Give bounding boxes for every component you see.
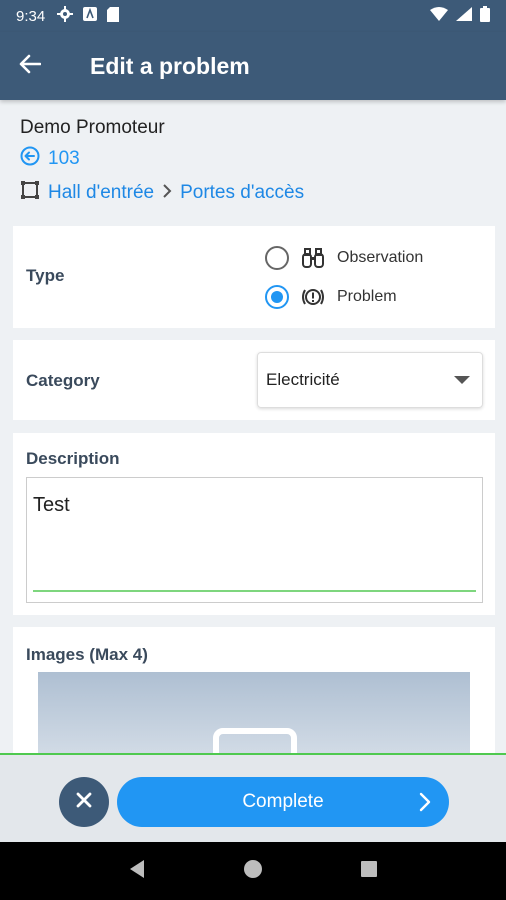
- chevron-right-icon: [162, 183, 172, 204]
- focus-underline: [33, 590, 476, 592]
- nav-home-icon[interactable]: [243, 859, 263, 884]
- battery-icon: [480, 6, 490, 26]
- cancel-button[interactable]: [59, 777, 109, 827]
- page-title: Edit a problem: [90, 52, 250, 79]
- floor-plan-icon: [20, 180, 40, 206]
- reference-link[interactable]: 103: [20, 142, 486, 176]
- nav-recents-icon[interactable]: [360, 860, 378, 883]
- radio-problem[interactable]: Problem: [265, 285, 397, 309]
- images-label: Images (Max 4): [26, 645, 148, 664]
- category-card: Category Electricité: [13, 340, 495, 420]
- category-value: Electricité: [266, 370, 340, 389]
- system-nav-bar: [0, 842, 506, 900]
- signal-icon: [456, 7, 472, 25]
- arrow-circle-left-icon: [20, 146, 40, 172]
- description-label: Description: [26, 449, 120, 468]
- description-card: Description Test: [13, 433, 495, 615]
- description-value: Test: [33, 494, 70, 516]
- close-icon: [76, 792, 92, 813]
- reference-number: 103: [48, 148, 80, 169]
- image-placeholder[interactable]: [38, 672, 470, 754]
- app-bar: Edit a problem: [0, 32, 506, 100]
- description-input[interactable]: Test: [26, 477, 483, 603]
- gear-icon: [57, 6, 74, 26]
- camera-icon: [213, 728, 297, 754]
- chevron-right-icon: [419, 791, 431, 819]
- nav-back-icon[interactable]: [128, 859, 146, 884]
- radio-observation[interactable]: Observation: [265, 246, 423, 270]
- radio-label: Problem: [337, 288, 397, 305]
- breadcrumb-item[interactable]: Hall d'entrée: [48, 182, 154, 204]
- category-label: Category: [26, 371, 100, 390]
- status-bar: 9:34: [0, 0, 506, 32]
- wifi-icon: [430, 7, 448, 25]
- breadcrumb: Hall d'entrée Portes d'accès: [20, 176, 486, 210]
- type-card: Type Observation Problem: [13, 226, 495, 328]
- sd-card-icon: [107, 6, 120, 26]
- radio-button[interactable]: [265, 246, 289, 270]
- font-icon: [83, 7, 98, 25]
- form-content[interactable]: Demo Promoteur 103 Hall d'entrée Portes …: [0, 100, 506, 754]
- status-time: 9:34: [16, 7, 46, 25]
- category-select[interactable]: Electricité: [257, 352, 483, 408]
- alert-icon: [301, 286, 325, 308]
- radio-label: Observation: [337, 249, 424, 266]
- back-button[interactable]: [0, 32, 60, 100]
- breadcrumb-item[interactable]: Portes d'accès: [180, 182, 304, 204]
- organization-name: Demo Promoteur: [20, 117, 165, 138]
- radio-button[interactable]: [265, 285, 289, 309]
- action-bar: Complete: [0, 753, 506, 842]
- arrow-left-icon: [19, 54, 42, 79]
- type-label: Type: [26, 266, 65, 285]
- caret-down-icon: [454, 376, 470, 384]
- complete-label: Complete: [242, 791, 324, 812]
- complete-button[interactable]: Complete: [117, 777, 449, 827]
- images-card: Images (Max 4): [13, 627, 495, 754]
- binoculars-icon: [301, 247, 325, 269]
